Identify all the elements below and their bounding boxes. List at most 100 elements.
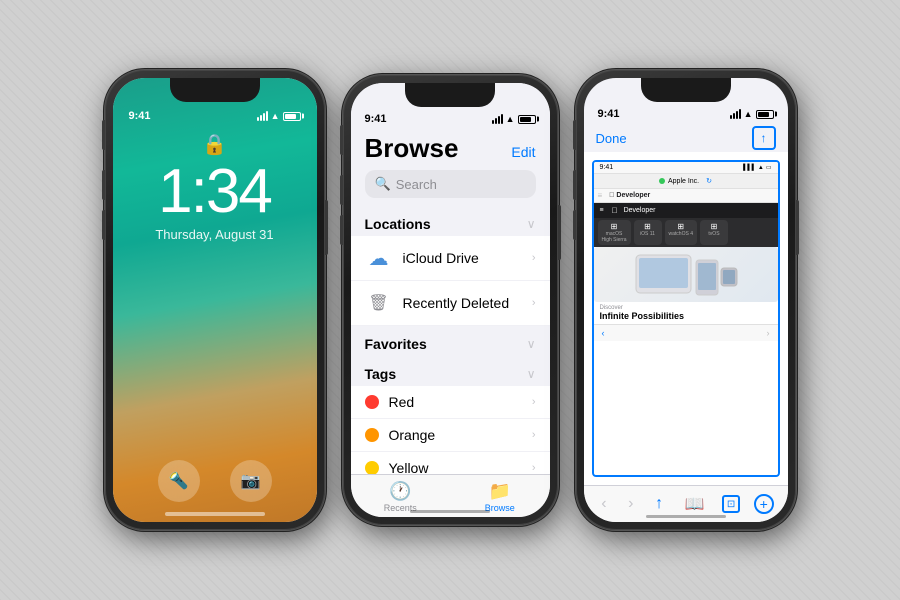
tvos-label: tvOS: [704, 231, 724, 237]
watchos-icon: ⊞: [669, 222, 693, 231]
locations-title: Locations: [365, 216, 431, 232]
safari-status-time: 9:41: [598, 108, 620, 120]
tvos-tab[interactable]: ⊞ tvOS: [700, 220, 728, 245]
safari-status-icons: ▲: [730, 109, 774, 119]
tags-section-header: Tags ∨: [351, 356, 550, 386]
macos-icon: ⊞: [602, 222, 627, 231]
back-arrow[interactable]: ‹: [602, 328, 605, 338]
battery-icon-2: [518, 115, 536, 124]
webpage-url-bar[interactable]: Apple Inc. ↻: [594, 174, 778, 189]
favorites-chevron-icon[interactable]: ∨: [527, 337, 536, 351]
webpage-signal: ▌▌▌: [743, 165, 756, 171]
webpage-frame: 9:41 ▌▌▌ ▲ ▭ Apple Inc. ↻: [592, 160, 780, 477]
tag-label: Orange: [389, 427, 522, 443]
watchos-label: watchOS 4: [669, 231, 693, 237]
lock-status-time: 9:41: [129, 110, 151, 122]
tag-chevron-icon: ›: [532, 396, 536, 408]
edit-button[interactable]: Edit: [511, 144, 535, 160]
hamburger-icon[interactable]: ≡: [600, 207, 604, 214]
tags-chevron-icon[interactable]: ∨: [527, 367, 536, 381]
search-bar[interactable]: 🔍 Search: [365, 170, 536, 198]
flashlight-button[interactable]: 🔦: [158, 460, 200, 502]
lock-time: 1:34: [158, 161, 271, 223]
battery-icon-3: [756, 110, 774, 119]
discover-section: Discover Infinite Possibilities: [594, 302, 778, 324]
lock-date: Thursday, August 31: [155, 227, 273, 242]
wifi-icon-2: ▲: [506, 114, 515, 124]
forward-arrow[interactable]: ›: [767, 328, 770, 338]
watchos-tab[interactable]: ⊞ watchOS 4: [665, 220, 697, 245]
forward-button[interactable]: ›: [624, 491, 637, 517]
icloud-chevron-icon: ›: [532, 252, 536, 264]
tag-chevron-icon: ›: [532, 429, 536, 441]
locations-chevron-icon[interactable]: ∨: [527, 217, 536, 231]
recently-deleted-chevron-icon: ›: [532, 297, 536, 309]
discover-title: Infinite Possibilities: [600, 311, 772, 321]
bookmarks-button[interactable]: 📖: [681, 490, 709, 518]
safari-screen: 9:41 ▲ Done ↑: [584, 78, 788, 522]
recents-icon: 🕐: [389, 481, 411, 502]
safari-screen-display: 9:41 ▲ Done ↑: [584, 78, 788, 522]
lock-bottom-buttons: 🔦 📷: [113, 460, 317, 502]
back-button[interactable]: ‹: [597, 491, 610, 517]
webpage-status-bar: 9:41 ▌▌▌ ▲ ▭: [594, 162, 778, 174]
macos-version: High Sierra: [602, 237, 627, 243]
safari-webpage-content[interactable]: 9:41 ▌▌▌ ▲ ▭ Apple Inc. ↻: [584, 152, 788, 485]
icloud-drive-item[interactable]: ☁ iCloud Drive ›: [351, 236, 550, 281]
lock-screen: 9:41 ▲ 🔒 1:34 Thursday, August 31 🔦 📷: [113, 78, 317, 522]
recently-deleted-label: Recently Deleted: [403, 295, 522, 311]
tag-item-yellow[interactable]: Yellow ›: [351, 452, 550, 474]
safari-top-nav: Done ↑: [584, 124, 788, 152]
webpage-toolbar: ≡  Developer: [594, 189, 778, 203]
share-button[interactable]: ↑: [752, 126, 776, 150]
locations-section-header: Locations ∨: [351, 206, 550, 236]
browse-icon: 📁: [489, 481, 511, 502]
camera-button[interactable]: 📷: [230, 460, 272, 502]
tabs-button[interactable]: ⊡: [722, 495, 740, 513]
tab-recents[interactable]: 🕐 Recents: [351, 481, 451, 513]
developer-brand:  Developer: [609, 192, 650, 199]
done-button[interactable]: Done: [596, 131, 627, 146]
phone-safari: 9:41 ▲ Done ↑: [576, 70, 796, 530]
recently-deleted-item[interactable]: 🗑 Recently Deleted ›: [351, 281, 550, 326]
tab-browse[interactable]: 📁 Browse: [450, 481, 550, 513]
trash-icon: 🗑: [365, 289, 393, 317]
wifi-icon: ▲: [271, 111, 280, 121]
refresh-icon[interactable]: ↻: [706, 177, 712, 185]
webpage-time: 9:41: [600, 164, 614, 171]
ios-icon: ⊞: [638, 222, 658, 231]
browse-header: Browse Edit: [351, 129, 550, 170]
search-placeholder: Search: [396, 177, 437, 192]
lock-screen-display: 9:41 ▲ 🔒 1:34 Thursday, August 31 🔦 📷: [113, 78, 317, 522]
apple-logo-white: : [612, 206, 618, 215]
browse-status-icons: ▲: [492, 114, 536, 124]
search-icon: 🔍: [375, 176, 391, 192]
webpage-menu-icon[interactable]: ≡: [598, 191, 603, 200]
lock-icon: 🔒: [202, 132, 227, 157]
tag-label: Red: [389, 394, 522, 410]
macos-tab[interactable]: ⊞ macOS High Sierra: [598, 220, 631, 245]
tag-label: Yellow: [389, 460, 522, 474]
tags-title: Tags: [365, 366, 397, 382]
browse-title: Browse: [365, 133, 459, 164]
tag-item-orange[interactable]: Orange ›: [351, 419, 550, 452]
devices-svg: [594, 250, 778, 300]
signal-icon-2: [492, 114, 503, 124]
icloud-label: iCloud Drive: [403, 250, 522, 266]
battery-icon: [283, 112, 301, 121]
ios-tab[interactable]: ⊞ iOS 11: [634, 220, 662, 245]
new-tab-button[interactable]: +: [754, 494, 774, 514]
share-icon: ↑: [761, 131, 767, 145]
share-action-button[interactable]: ↑: [651, 491, 667, 517]
tvos-icon: ⊞: [704, 222, 724, 231]
signal-icon-3: [730, 109, 741, 119]
notch-3: [641, 78, 731, 102]
tag-color-dot: [365, 461, 379, 474]
developer-title: Developer: [624, 207, 656, 214]
notch: [170, 78, 260, 102]
wifi-icon-3: ▲: [744, 109, 753, 119]
ios-label: iOS 11: [638, 231, 658, 237]
tag-item-red[interactable]: Red ›: [351, 386, 550, 419]
webpage-status-icons: ▌▌▌ ▲ ▭: [743, 164, 771, 171]
files-screen-display: 9:41 ▲ Browse Edit 🔍 Search: [351, 83, 550, 517]
